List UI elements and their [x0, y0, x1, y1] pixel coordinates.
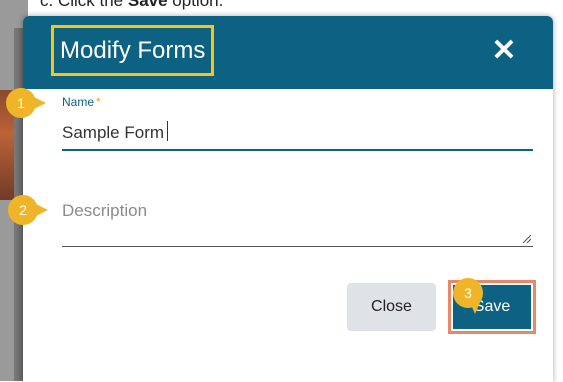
name-value-text: Sample Form — [62, 123, 165, 142]
description-placeholder: Description — [62, 201, 148, 220]
dialog-header: Modify Forms ✕ — [23, 16, 553, 89]
close-icon[interactable]: ✕ — [489, 36, 519, 66]
step-badge-2: 2 — [8, 195, 48, 225]
step-badge-1: 1 — [6, 88, 46, 118]
text-cursor — [167, 121, 169, 141]
name-label-text: Name — [62, 95, 95, 109]
step-badge-3: 3 — [453, 278, 483, 314]
resize-handle-icon[interactable] — [522, 234, 531, 243]
close-button[interactable]: Close — [347, 283, 436, 331]
name-field-label: Name * — [62, 95, 101, 109]
modify-forms-dialog: Modify Forms ✕ Name * Sample Form Descrip… — [23, 16, 553, 382]
name-input[interactable]: Sample Form — [62, 117, 533, 151]
required-marker: * — [96, 95, 101, 109]
description-textarea[interactable]: Description — [62, 194, 533, 247]
name-input-value: Sample Form — [62, 121, 169, 143]
dialog-title: Modify Forms — [51, 25, 215, 76]
